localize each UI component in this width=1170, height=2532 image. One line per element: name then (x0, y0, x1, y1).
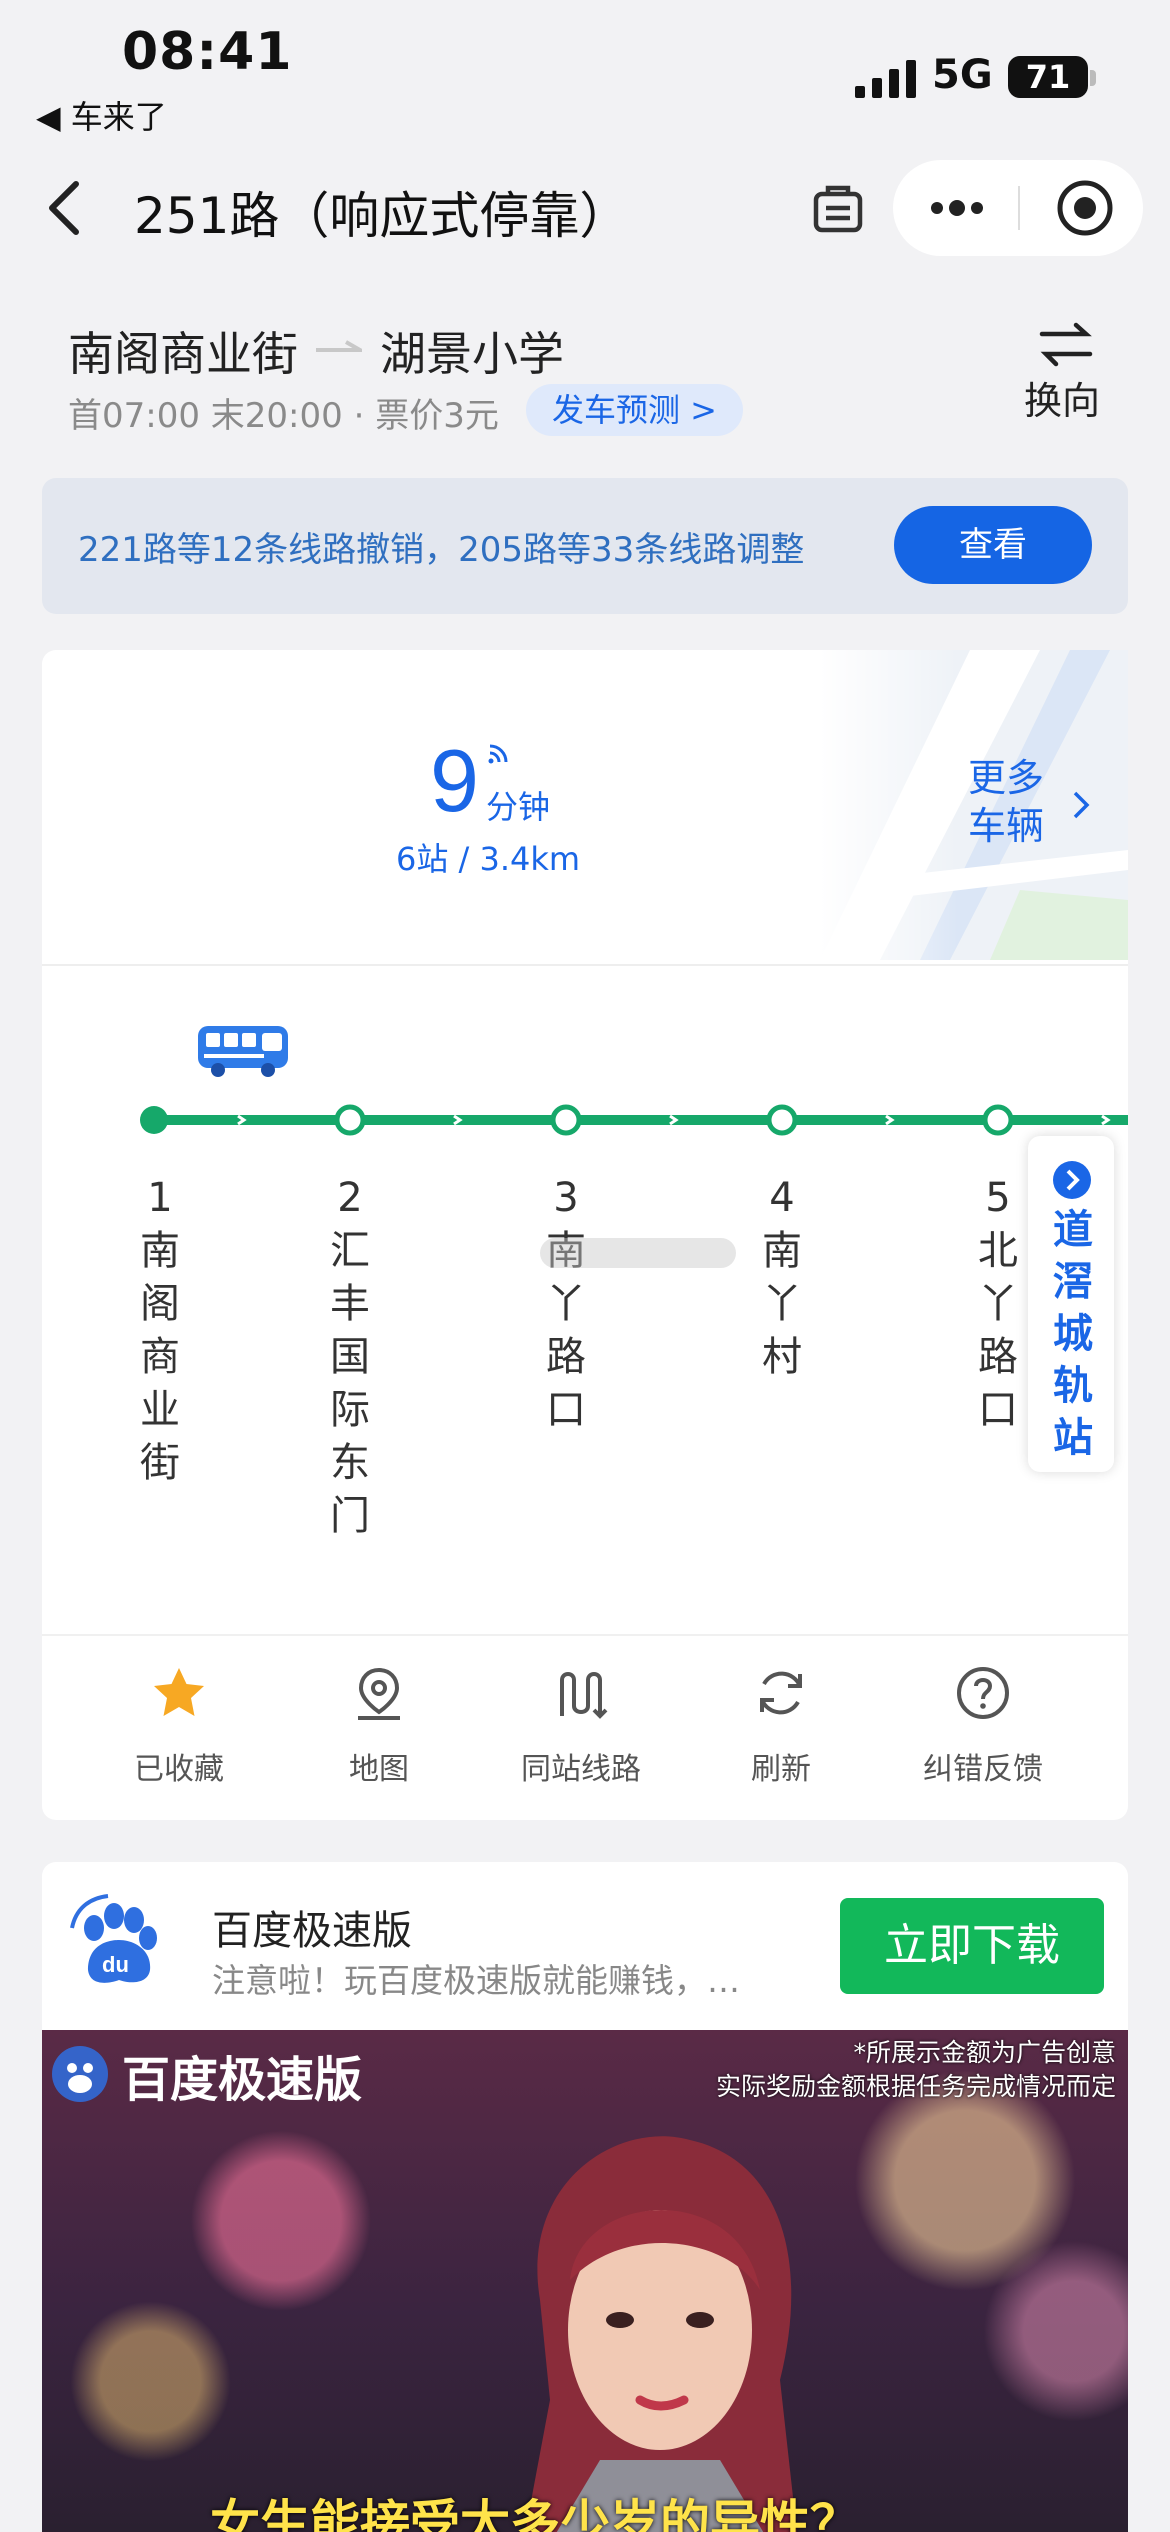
more-dots-icon[interactable] (925, 180, 989, 236)
stop-name: 南丫村 (762, 1228, 802, 1380)
back-to-app-link[interactable]: ◀ 车来了 (36, 92, 167, 138)
same-stop-lines-button[interactable]: 同站线路 (486, 1664, 676, 1788)
ad-title: 百度极速版 (212, 1908, 412, 1954)
switch-direction-icon[interactable] (1038, 322, 1094, 368)
direction-arrow-icon (316, 340, 362, 352)
baidu-paw-logo-icon: du (70, 1894, 157, 1983)
star-icon (154, 1668, 204, 1716)
ad-video-subtitle: 女生能接受太多少岁的异性？ (210, 2495, 860, 2532)
notice-text: 221路等12条线路撤销，205路等33条线路调整 (78, 530, 805, 570)
stop-number: 3 (553, 1175, 579, 1221)
card-divider (42, 964, 1128, 966)
favorite-label: 已收藏 (134, 1752, 224, 1787)
feedback-label: 纠错反馈 (923, 1752, 1043, 1787)
help-icon (957, 1667, 1009, 1719)
battery-tip (1090, 70, 1096, 86)
map-label: 地图 (349, 1752, 409, 1787)
eta-minutes: 9 (430, 731, 479, 830)
favorite-button[interactable]: 已收藏 (84, 1664, 274, 1788)
route-schedule-info: 首07:00 末20:00 · 票价3元 (68, 396, 499, 436)
signal-icon (855, 60, 916, 98)
route-icon (560, 1672, 608, 1719)
ad-brand-text: 百度极速版 (122, 2052, 363, 2108)
more-vehicles-line1: 更多 (968, 756, 1045, 800)
view-notice-button[interactable]: 查看 (894, 506, 1092, 584)
stop-item[interactable]: 4 南丫村 (752, 1172, 812, 1384)
ad-description: 注意啦！玩百度极速版就能赚钱，… (212, 1961, 740, 2000)
realtime-signal-icon (488, 744, 508, 764)
same-stop-lines-label: 同站线路 (521, 1752, 641, 1787)
more-vehicles-line2: 车辆 (968, 804, 1045, 848)
map-pin-icon (358, 1667, 400, 1720)
stop-item[interactable]: 1 南阁商业街 (130, 1172, 190, 1490)
ad-person-illustration (525, 2136, 797, 2532)
status-time: 08:41 (122, 22, 293, 82)
stop-name: 南阁商业街 (140, 1228, 180, 1486)
switch-direction-label[interactable]: 换向 (1024, 370, 1100, 425)
bus-icon[interactable] (196, 1024, 290, 1078)
departure-forecast-button[interactable]: 发车预测 > (526, 384, 743, 436)
stop-number: 5 (985, 1175, 1011, 1221)
refresh-label: 刷新 (751, 1752, 811, 1787)
map-button[interactable]: 地图 (284, 1664, 474, 1788)
stop-number: 1 (147, 1175, 173, 1221)
stop-number: 2 (337, 1175, 363, 1221)
svg-text:du: du (102, 1952, 129, 1977)
capsule-divider (1018, 186, 1020, 230)
watermark-overlay (540, 1238, 736, 1268)
network-type: 5G (932, 52, 993, 98)
stop-name: 北丫路口 (978, 1228, 1018, 1433)
ad-disclaimer-line1: *所展示金额为广告创意 (853, 2038, 1116, 2067)
battery-icon: 71 (1008, 56, 1088, 98)
refresh-icon (760, 1671, 802, 1715)
route-origin: 南阁商业街 (68, 327, 298, 381)
more-vehicles-link[interactable]: 更多 车辆 (968, 754, 1044, 850)
route-destination: 湖景小学 (380, 327, 564, 381)
feedback-button[interactable]: 纠错反馈 (888, 1664, 1078, 1788)
stop-item[interactable]: 3 南丫路口 (536, 1172, 596, 1437)
baidu-badge-icon (52, 2046, 108, 2102)
back-arrow-icon[interactable] (42, 178, 86, 238)
terminal-stop-name: 道滘城轨站 (1053, 1207, 1093, 1461)
download-button[interactable]: 立即下载 (840, 1898, 1104, 1994)
toolbar-divider (42, 1634, 1128, 1636)
bag-icon[interactable] (808, 178, 868, 238)
chevron-right-circle-icon[interactable] (1052, 1160, 1092, 1200)
eta-distance: 6站 / 3.4km (396, 840, 581, 878)
page-title: 251路（响应式停靠） (134, 187, 630, 245)
stop-name: 汇丰国际东门 (330, 1228, 370, 1539)
ad-disclaimer-line2: 实际奖励金额根据任务完成情况而定 (715, 2072, 1116, 2101)
route-line (140, 1104, 1128, 1136)
refresh-button[interactable]: 刷新 (686, 1664, 876, 1788)
stop-item[interactable]: 5 北丫路口 (968, 1172, 1028, 1437)
chevron-right-icon[interactable] (1072, 790, 1090, 820)
stop-number: 4 (769, 1175, 795, 1221)
eta-unit: 分钟 (486, 788, 551, 826)
ad-disclaimer: *所展示金额为广告创意 实际奖励金额根据任务完成情况而定 (600, 2036, 1116, 2104)
stop-item[interactable]: 2 汇丰国际东门 (320, 1172, 380, 1543)
close-target-icon[interactable] (1055, 178, 1115, 238)
